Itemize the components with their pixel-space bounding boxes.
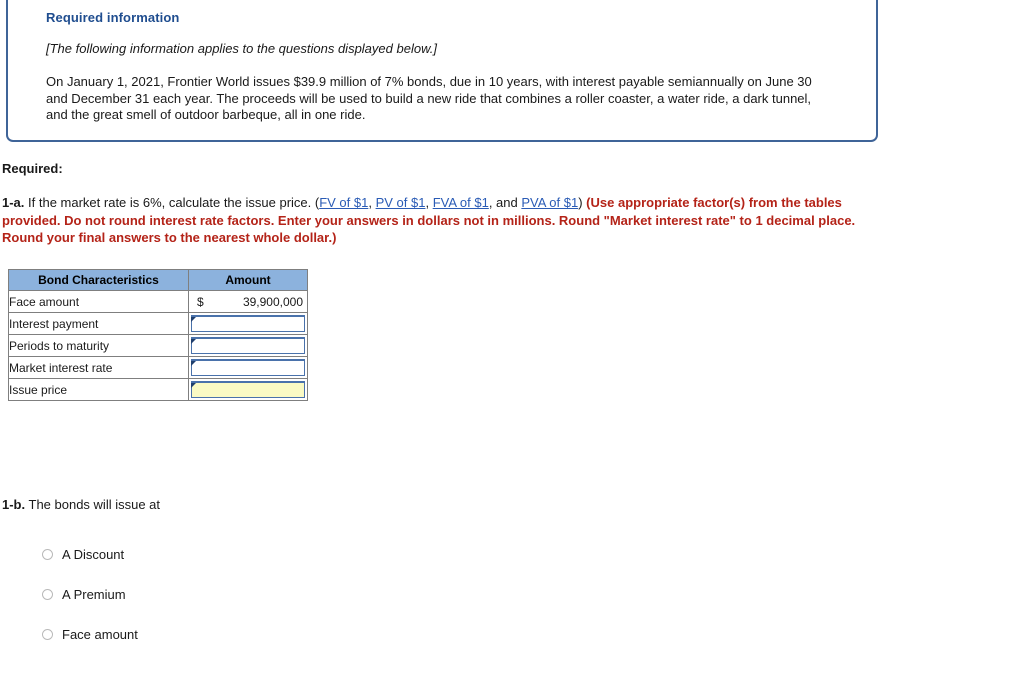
row-label-interest-payment: Interest payment bbox=[8, 312, 189, 335]
table-row: Market interest rate bbox=[8, 356, 308, 379]
row-label-issue-price: Issue price bbox=[8, 378, 189, 401]
input-interest-payment[interactable] bbox=[191, 314, 305, 332]
face-amount-value: 39,900,000 bbox=[242, 294, 303, 309]
applies-note: [The following information applies to th… bbox=[46, 41, 437, 56]
row-label-market-interest-rate: Market interest rate bbox=[8, 356, 189, 379]
row-label-face-amount: Face amount bbox=[8, 290, 189, 313]
radio-icon[interactable] bbox=[42, 548, 53, 560]
column-header-bond-characteristics: Bond Characteristics bbox=[8, 269, 189, 291]
question-1b-number: 1-b. bbox=[2, 497, 26, 512]
question-1b: 1-b. The bonds will issue at bbox=[2, 497, 160, 512]
link-fv-of-1[interactable]: FV of $1 bbox=[319, 195, 368, 210]
input-market-interest-rate[interactable] bbox=[191, 358, 305, 376]
radio-option-face-amount[interactable]: Face amount bbox=[42, 625, 138, 643]
radio-label-a-premium: A Premium bbox=[62, 586, 126, 602]
radio-icon[interactable] bbox=[42, 588, 53, 600]
radio-option-a-premium[interactable]: A Premium bbox=[42, 585, 138, 603]
table-row: Interest payment bbox=[8, 312, 308, 335]
table-header-row: Bond Characteristics Amount bbox=[8, 269, 308, 291]
bond-characteristics-table: Bond Characteristics Amount Face amount … bbox=[8, 269, 308, 401]
radio-label-a-discount: A Discount bbox=[62, 546, 125, 562]
input-issue-price[interactable] bbox=[191, 380, 305, 398]
link-sep-1: , bbox=[425, 195, 433, 210]
scenario-text: On January 1, 2021, Frontier World issue… bbox=[46, 74, 812, 122]
cell-interest-payment[interactable] bbox=[188, 312, 308, 335]
question-1a: 1-a. If the market rate is 6%, calculate… bbox=[2, 194, 878, 247]
required-information-content: Required information [The following info… bbox=[46, 10, 846, 124]
required-information-title: Required information bbox=[46, 10, 180, 25]
table-row: Issue price bbox=[8, 378, 308, 401]
input-periods-to-maturity[interactable] bbox=[191, 336, 305, 354]
table-row: Face amount $ 39,900,000 bbox=[8, 290, 308, 313]
question-1b-text: The bonds will issue at bbox=[25, 497, 161, 512]
cell-issue-price[interactable] bbox=[188, 378, 308, 401]
currency-symbol: $ bbox=[197, 294, 204, 309]
required-information-panel: Required information [The following info… bbox=[6, 0, 878, 142]
link-sep-0: , bbox=[368, 195, 376, 210]
column-header-amount: Amount bbox=[188, 269, 308, 291]
radio-option-a-discount[interactable]: A Discount bbox=[42, 545, 138, 563]
radio-icon[interactable] bbox=[42, 628, 53, 640]
issue-at-radio-group: A Discount A Premium Face amount bbox=[42, 545, 138, 665]
table-row: Periods to maturity bbox=[8, 334, 308, 357]
cell-periods-to-maturity[interactable] bbox=[188, 334, 308, 357]
link-pv-of-1[interactable]: PV of $1 bbox=[376, 195, 426, 210]
link-pva-of-1[interactable]: PVA of $1 bbox=[521, 195, 578, 210]
radio-label-face-amount: Face amount bbox=[62, 626, 138, 642]
link-fva-of-1[interactable]: FVA of $1 bbox=[433, 195, 489, 210]
cell-face-amount-value: $ 39,900,000 bbox=[188, 290, 308, 313]
question-1a-text: If the market rate is 6%, calculate the … bbox=[24, 195, 320, 210]
link-sep-3: ) bbox=[578, 195, 587, 210]
required-label: Required: bbox=[2, 161, 63, 176]
link-sep-2: , and bbox=[488, 195, 522, 210]
question-1a-number: 1-a. bbox=[2, 195, 25, 210]
row-label-periods-to-maturity: Periods to maturity bbox=[8, 334, 189, 357]
cell-market-interest-rate[interactable] bbox=[188, 356, 308, 379]
